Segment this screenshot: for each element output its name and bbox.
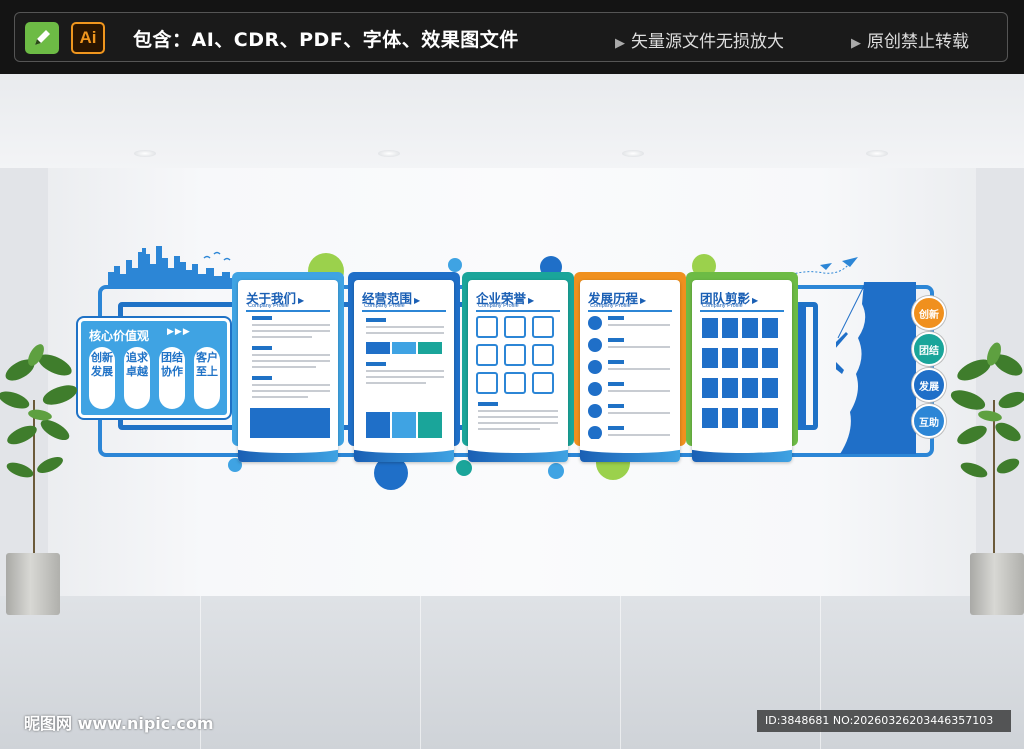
triangle-icon: ▶	[414, 295, 421, 305]
panel-card: 发展历程 ▶ Company Profile	[580, 280, 680, 462]
rock-climber-icon	[836, 282, 916, 454]
core-value-pill: 追求卓越	[124, 347, 150, 409]
panel-honors: 企业荣誉 ▶ Company Profile	[462, 272, 574, 462]
ceiling-light	[378, 150, 400, 157]
panel-card: 企业荣誉 ▶ Company Profile	[468, 280, 568, 462]
core-values-panel: 核心价值观 ▶▶▶ 创新发展 追求卓越 团结协作 客户至上	[78, 318, 230, 418]
plant-pot	[6, 553, 60, 615]
core-value-pill: 团结协作	[159, 347, 185, 409]
pen-tool-icon	[25, 22, 59, 54]
potted-plant-icon	[950, 342, 1024, 555]
banner-title: 包含：AI、CDR、PDF、字体、效果图文件	[133, 29, 519, 51]
banner-note-lossless: ▶ 矢量源文件无损放大	[615, 32, 784, 52]
triangle-icon: ▶	[298, 295, 305, 305]
panel-card: 关于我们 ▶ Company Profile	[238, 280, 338, 462]
top-banner: Ai 包含：AI、CDR、PDF、字体、效果图文件 ▶ 矢量源文件无损放大 ▶ 原创…	[0, 0, 1024, 74]
banner-box: Ai 包含：AI、CDR、PDF、字体、效果图文件 ▶ 矢量源文件无损放大 ▶ 原创…	[14, 12, 1008, 62]
panel-card: 经营范围 ▶ Company Profile	[354, 280, 454, 462]
core-values-title: 核心价值观	[89, 329, 150, 343]
triangle-icon: ▶	[752, 295, 759, 305]
panel-card: 团队剪影 ▶ Company Profile	[692, 280, 792, 462]
watermark-logo: 昵图网 www.nipic.com	[24, 714, 214, 733]
play-arrow-icon: ▶	[851, 36, 861, 51]
ceiling-light	[134, 150, 156, 157]
panel-team: 团队剪影 ▶ Company Profile	[686, 272, 798, 462]
illustrator-icon: Ai	[71, 22, 105, 54]
triangle-icon: ▶	[528, 295, 535, 305]
triangle-arrows-icon: ▶▶▶	[167, 327, 191, 337]
city-skyline-icon	[108, 246, 238, 288]
badge-innovation: 创新	[912, 296, 946, 330]
ceiling-light	[866, 150, 888, 157]
panel-about-us: 关于我们 ▶ Company Profile	[232, 272, 344, 462]
potted-plant-icon	[0, 344, 78, 555]
panel-business-scope: 经营范围 ▶ Company Profile	[348, 272, 460, 462]
watermark-id: ID:3848681 NO:20260326203446357103	[757, 710, 1011, 732]
panel-history: 发展历程 ▶ Company Profile	[574, 272, 686, 462]
core-value-pill: 创新发展	[89, 347, 115, 409]
core-value-pill: 客户至上	[194, 347, 220, 409]
ceiling-light	[622, 150, 644, 157]
triangle-icon: ▶	[640, 295, 647, 305]
play-arrow-icon: ▶	[615, 36, 625, 51]
plant-pot	[970, 553, 1024, 615]
banner-note-original: ▶ 原创禁止转载	[851, 32, 969, 52]
